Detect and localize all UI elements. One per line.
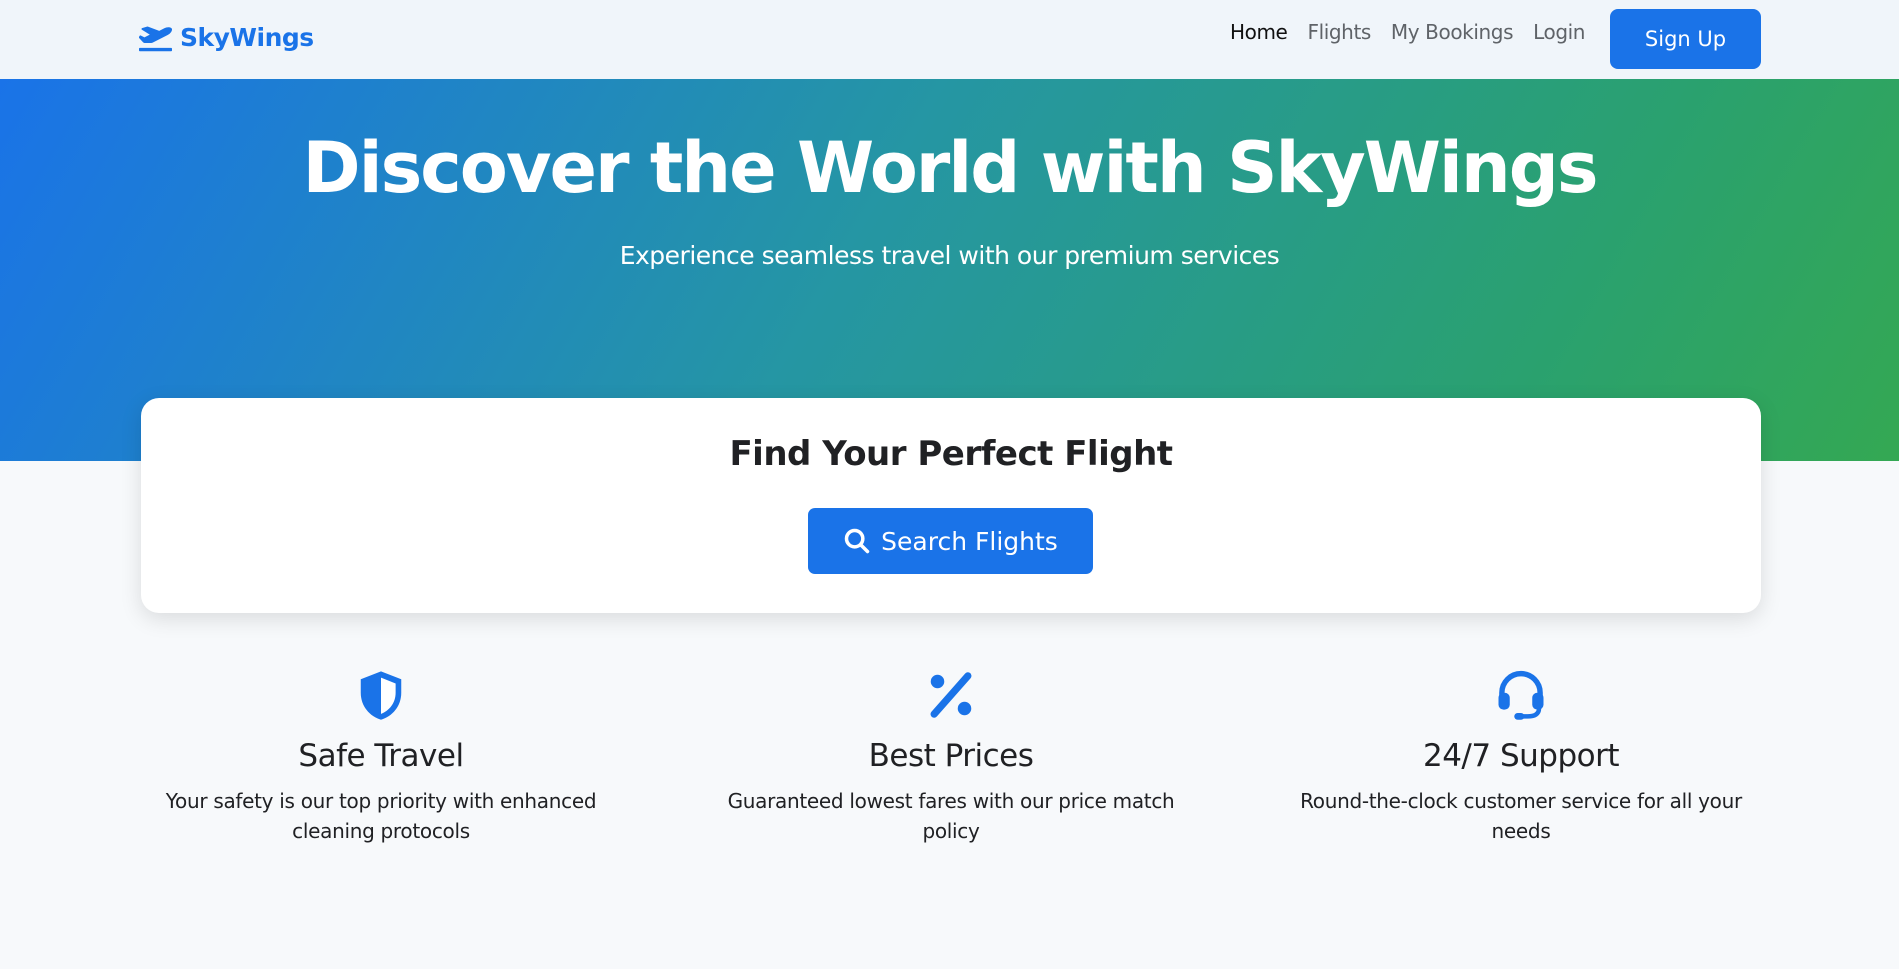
headset-icon <box>1498 671 1544 720</box>
hero-title: Discover the World with SkyWings <box>302 127 1598 209</box>
search-title: Find Your Perfect Flight <box>729 434 1173 474</box>
nav-link-login[interactable]: Login <box>1533 20 1585 44</box>
brand-name: SkyWings <box>180 23 314 52</box>
search-flights-label: Search Flights <box>881 526 1058 556</box>
sign-up-button[interactable]: Sign Up <box>1610 9 1761 69</box>
search-card: Find Your Perfect Flight Search Flights <box>141 398 1761 613</box>
feature-description: Guaranteed lowest fares with our price m… <box>727 789 1175 843</box>
plane-departure-icon <box>139 25 172 51</box>
brand-logo[interactable]: SkyWings <box>139 23 314 52</box>
search-flights-button[interactable]: Search Flights <box>808 508 1093 574</box>
feature-title: 24/7 Support <box>1422 738 1620 774</box>
shield-icon <box>360 671 402 720</box>
feature-support: 24/7 Support Round-the-clock customer se… <box>1281 668 1761 846</box>
nav-links: Home Flights My Bookings Login <box>1230 20 1585 44</box>
percent-icon <box>930 672 972 718</box>
nav-link-my-bookings[interactable]: My Bookings <box>1391 20 1514 44</box>
features-section: Safe Travel Your safety is our top prior… <box>141 668 1761 868</box>
feature-best-prices: Best Prices Guaranteed lowest fares with… <box>711 668 1191 846</box>
feature-title: Best Prices <box>868 738 1034 774</box>
nav-link-flights[interactable]: Flights <box>1307 20 1371 44</box>
nav-link-home[interactable]: Home <box>1230 20 1288 44</box>
feature-safe-travel: Safe Travel Your safety is our top prior… <box>141 668 621 846</box>
navbar: SkyWings Home Flights My Bookings Login … <box>0 0 1899 79</box>
search-icon <box>844 528 870 554</box>
hero-subtitle: Experience seamless travel with our prem… <box>619 241 1280 270</box>
feature-description: Your safety is our top priority with enh… <box>165 789 597 843</box>
feature-description: Round-the-clock customer service for all… <box>1300 789 1742 843</box>
feature-title: Safe Travel <box>298 738 464 774</box>
